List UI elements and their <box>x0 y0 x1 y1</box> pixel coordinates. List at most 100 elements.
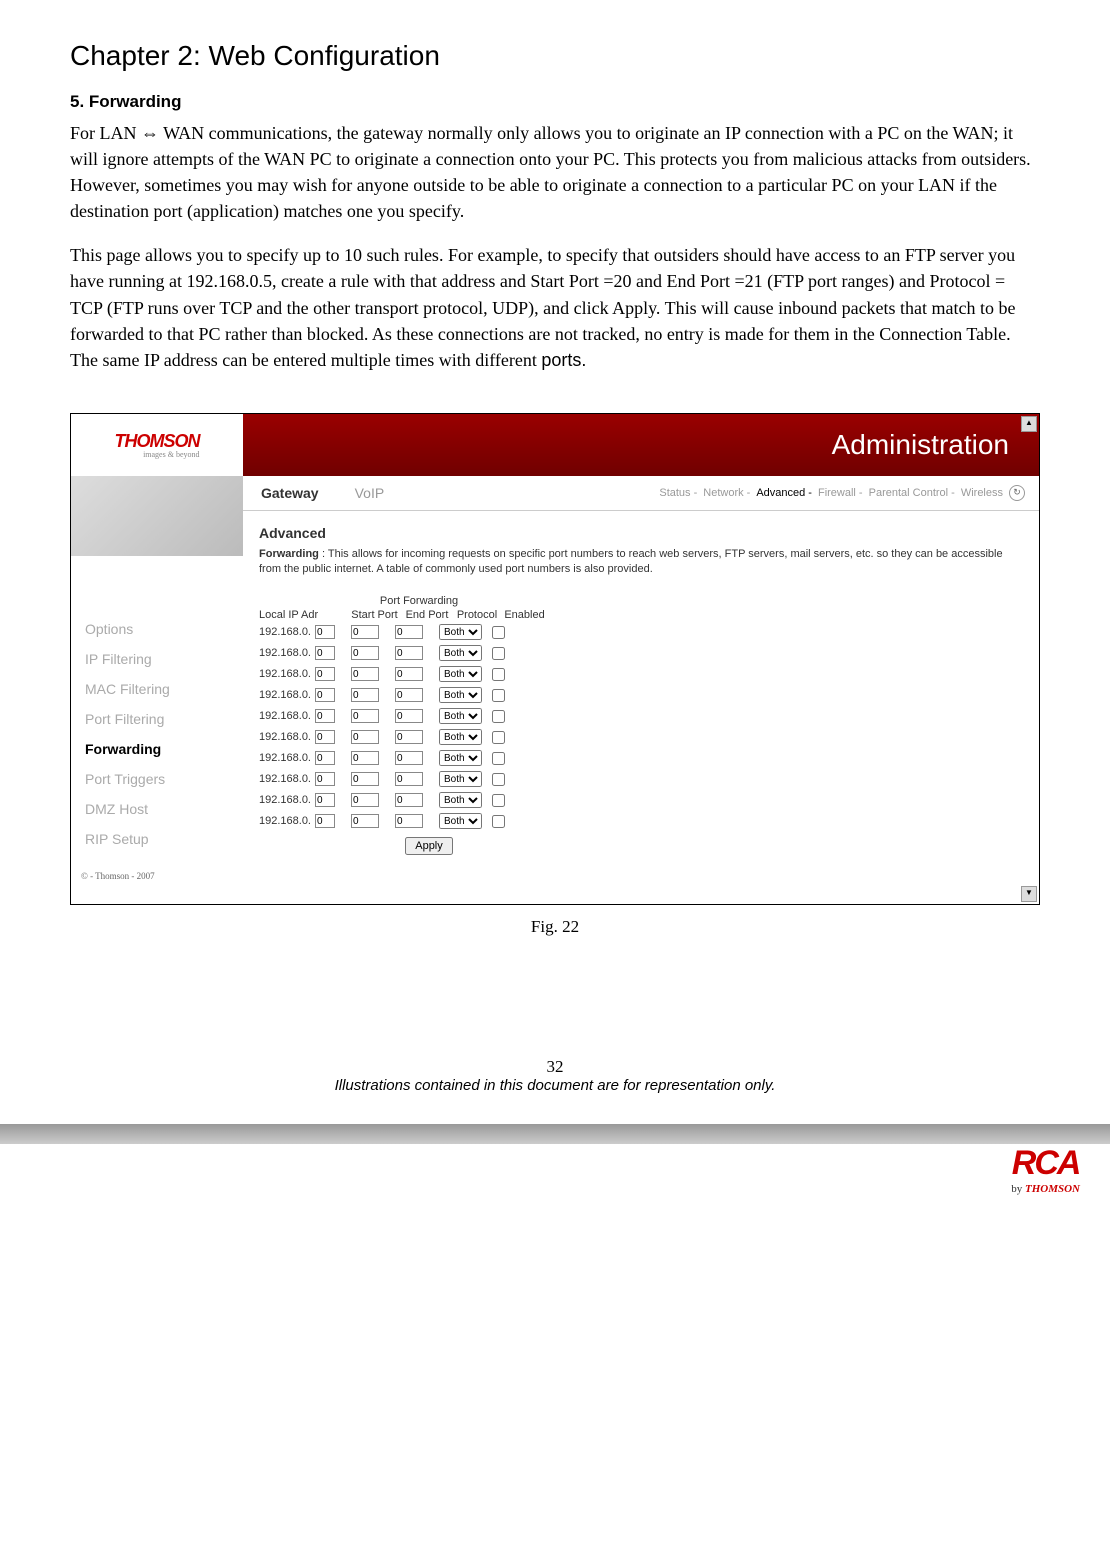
start-port-input[interactable] <box>351 646 379 660</box>
protocol-select[interactable]: Both <box>439 687 482 703</box>
ip-last-octet-input[interactable] <box>315 793 335 807</box>
start-port-input[interactable] <box>351 709 379 723</box>
ip-prefix: 192.168.0. <box>259 647 311 659</box>
start-port-input[interactable] <box>351 730 379 744</box>
apply-button[interactable]: Apply <box>405 837 453 855</box>
col-start-port: Start Port <box>347 609 402 621</box>
end-port-input[interactable] <box>395 730 423 744</box>
sidebar: Options IP Filtering MAC Filtering Port … <box>71 511 243 865</box>
subtab-advanced[interactable]: Advanced - <box>756 487 812 499</box>
start-port-input[interactable] <box>351 625 379 639</box>
col-local-ip: Local IP Adr <box>259 609 347 621</box>
paragraph-2: This page allows you to specify up to 10… <box>70 242 1040 372</box>
enabled-checkbox[interactable] <box>492 773 505 786</box>
enabled-checkbox[interactable] <box>492 815 505 828</box>
ip-last-octet-input[interactable] <box>315 730 335 744</box>
sidebar-dmz-host[interactable]: DMZ Host <box>85 801 243 817</box>
ip-last-octet-input[interactable] <box>315 709 335 723</box>
pf-row: 192.168.0.Both <box>259 812 579 831</box>
sidebar-port-filtering[interactable]: Port Filtering <box>85 711 243 727</box>
col-enabled: Enabled <box>502 609 547 621</box>
thomson-tagline: images & beyond <box>115 450 200 459</box>
sidebar-mac-filtering[interactable]: MAC Filtering <box>85 681 243 697</box>
ip-last-octet-input[interactable] <box>315 814 335 828</box>
protocol-select[interactable]: Both <box>439 813 482 829</box>
end-port-input[interactable] <box>395 709 423 723</box>
enabled-checkbox[interactable] <box>492 689 505 702</box>
refresh-icon[interactable]: ↻ <box>1009 485 1025 501</box>
start-port-input[interactable] <box>351 688 379 702</box>
pf-row: 192.168.0. Both <box>259 728 579 747</box>
pf-row: 192.168.0.Both <box>259 707 579 726</box>
start-port-input[interactable] <box>351 667 379 681</box>
sidebar-rip-setup[interactable]: RIP Setup <box>85 831 243 847</box>
ip-last-octet-input[interactable] <box>315 625 335 639</box>
protocol-select[interactable]: Both <box>439 708 482 724</box>
col-protocol: Protocol <box>452 609 502 621</box>
enabled-checkbox[interactable] <box>492 752 505 765</box>
subtab-wireless[interactable]: Wireless <box>961 487 1003 499</box>
end-port-input[interactable] <box>395 793 423 807</box>
protocol-select[interactable]: Both <box>439 666 482 682</box>
end-port-input[interactable] <box>395 772 423 786</box>
port-forwarding-table: Port Forwarding Local IP Adr Start Port … <box>259 595 579 855</box>
ip-last-octet-input[interactable] <box>315 646 335 660</box>
rca-logo: RCA <box>1011 1144 1080 1183</box>
end-port-input[interactable] <box>395 667 423 681</box>
panel-description: Forwarding : This allows for incoming re… <box>259 547 1023 577</box>
subtab-parental[interactable]: Parental Control - <box>869 487 955 499</box>
end-port-input[interactable] <box>395 814 423 828</box>
enabled-checkbox[interactable] <box>492 710 505 723</box>
col-end-port: End Port <box>402 609 452 621</box>
section-title: 5. Forwarding <box>70 92 1040 112</box>
footer-note: Illustrations contained in this document… <box>70 1077 1040 1094</box>
ip-last-octet-input[interactable] <box>315 751 335 765</box>
subtab-network[interactable]: Network - <box>703 487 750 499</box>
pf-row: 192.168.0. Both <box>259 770 579 789</box>
pf-row: 192.168.0.Both <box>259 665 579 684</box>
start-port-input[interactable] <box>351 751 379 765</box>
sidebar-options[interactable]: Options <box>85 621 243 637</box>
ip-prefix: 192.168.0. <box>259 773 311 785</box>
table-caption: Port Forwarding <box>259 595 579 607</box>
protocol-select[interactable]: Both <box>439 792 482 808</box>
protocol-select[interactable]: Both <box>439 624 482 640</box>
hero-photo <box>71 476 243 556</box>
page-number: 32 <box>70 1057 1040 1077</box>
ip-last-octet-input[interactable] <box>315 772 335 786</box>
protocol-select[interactable]: Both <box>439 750 482 766</box>
enabled-checkbox[interactable] <box>492 731 505 744</box>
subtab-status[interactable]: Status - <box>659 487 697 499</box>
chapter-title: Chapter 2: Web Configuration <box>70 40 1040 72</box>
scroll-down-icon[interactable]: ▼ <box>1021 886 1037 902</box>
enabled-checkbox[interactable] <box>492 626 505 639</box>
sidebar-ip-filtering[interactable]: IP Filtering <box>85 651 243 667</box>
scroll-up-icon[interactable]: ▲ <box>1021 416 1037 432</box>
protocol-select[interactable]: Both <box>439 729 482 745</box>
ip-prefix: 192.168.0. <box>259 752 311 764</box>
start-port-input[interactable] <box>351 814 379 828</box>
pf-row: 192.168.0. Both <box>259 749 579 768</box>
screenshot-figure: ▲ ▼ THOMSON images & beyond Administrati… <box>70 413 1040 905</box>
end-port-input[interactable] <box>395 751 423 765</box>
enabled-checkbox[interactable] <box>492 794 505 807</box>
enabled-checkbox[interactable] <box>492 647 505 660</box>
ip-last-octet-input[interactable] <box>315 667 335 681</box>
start-port-input[interactable] <box>351 793 379 807</box>
ip-prefix: 192.168.0. <box>259 731 311 743</box>
ip-last-octet-input[interactable] <box>315 688 335 702</box>
sidebar-forwarding[interactable]: Forwarding <box>85 741 243 757</box>
subtab-firewall[interactable]: Firewall - <box>818 487 863 499</box>
ip-prefix: 192.168.0. <box>259 626 311 638</box>
tab-gateway[interactable]: Gateway <box>243 485 337 501</box>
protocol-select[interactable]: Both <box>439 645 482 661</box>
tab-voip[interactable]: VoIP <box>337 485 403 501</box>
start-port-input[interactable] <box>351 772 379 786</box>
sidebar-port-triggers[interactable]: Port Triggers <box>85 771 243 787</box>
end-port-input[interactable] <box>395 625 423 639</box>
enabled-checkbox[interactable] <box>492 668 505 681</box>
end-port-input[interactable] <box>395 646 423 660</box>
end-port-input[interactable] <box>395 688 423 702</box>
protocol-select[interactable]: Both <box>439 771 482 787</box>
ip-prefix: 192.168.0. <box>259 689 311 701</box>
